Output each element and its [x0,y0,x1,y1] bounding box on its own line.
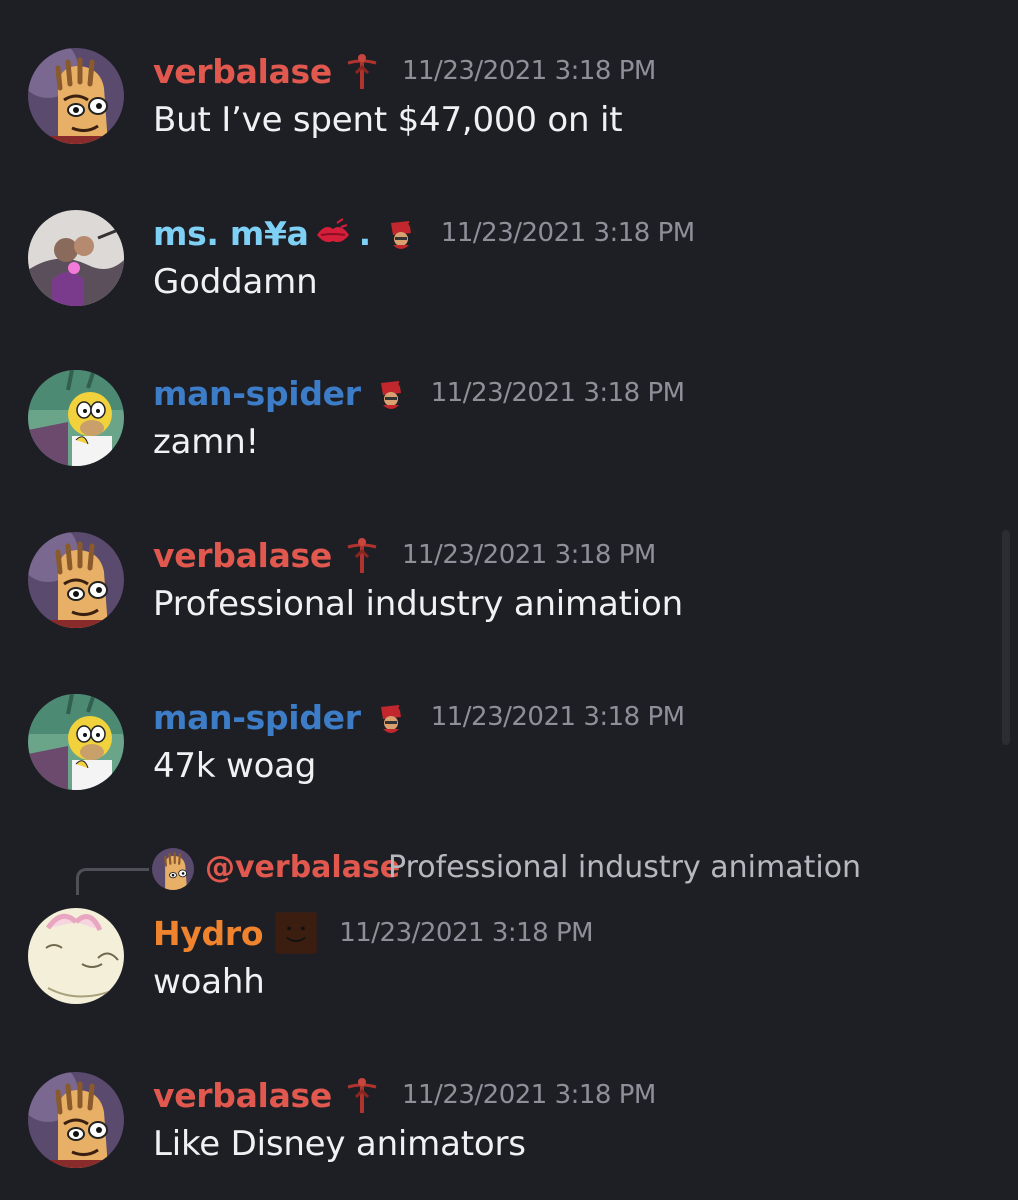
message-with-reply[interactable]: @verbalase Professional industry animati… [0,846,1000,1016]
cross-figure-icon [342,535,382,575]
timestamp[interactable]: 11/23/2021 3:18 PM [431,378,685,408]
chat-message-list: verbalase 11/23/2021 3:18 PM But I’ve sp… [0,0,1018,1200]
reply-mention[interactable]: @verbalase [205,850,400,885]
username[interactable]: man-spider [153,698,361,737]
cross-figure-icon [342,1075,382,1115]
message-text: Like Disney animators [153,1124,526,1164]
verbalase-avatar[interactable] [28,1072,124,1168]
fez-guy-icon [371,373,411,413]
reply-avatar [152,848,194,890]
timestamp[interactable]: 11/23/2021 3:18 PM [402,56,656,86]
message-header: man-spider 11/23/2021 3:18 PM [153,694,685,740]
message-text: zamn! [153,422,259,462]
message-header: Hydro 11/23/2021 3:18 PM [153,910,594,956]
brown-smiley-icon [273,910,319,956]
kiss-lips-icon [313,213,353,253]
reply-connector [76,868,149,895]
reply-preview[interactable]: @verbalase Professional industry animati… [0,846,1000,895]
timestamp[interactable]: 11/23/2021 3:18 PM [431,702,685,732]
timestamp[interactable]: 11/23/2021 3:18 PM [339,918,593,948]
message-header: verbalase 11/23/2021 3:18 PM [153,532,656,578]
message-text: Professional industry animation [153,584,683,624]
message-text: woahh [153,962,265,1002]
message-text: Goddamn [153,262,318,302]
username[interactable]: verbalase [153,52,332,91]
username[interactable]: man-spider [153,374,361,413]
message-header: ms. m¥a . 11/23/2021 3:18 PM [153,210,695,256]
message-text: 47k woag [153,746,317,786]
man-spider-avatar[interactable] [28,370,124,466]
fez-guy-icon [371,697,411,737]
message-text: But I’ve spent $47,000 on it [153,100,623,140]
hydro-avatar[interactable] [28,908,124,1004]
username[interactable]: verbalase [153,536,332,575]
username-suffix: . [358,213,372,253]
verbalase-avatar[interactable] [28,532,124,628]
cross-figure-icon [342,51,382,91]
timestamp[interactable]: 11/23/2021 3:18 PM [402,1080,656,1110]
timestamp[interactable]: 11/23/2021 3:18 PM [441,218,695,248]
man-spider-avatar[interactable] [28,694,124,790]
username[interactable]: Hydro [153,914,264,953]
message-header: man-spider 11/23/2021 3:18 PM [153,370,685,416]
scrollbar-thumb[interactable] [1002,530,1010,745]
message-header: verbalase 11/23/2021 3:18 PM [153,1072,656,1118]
reply-text[interactable]: Professional industry animation [388,850,861,885]
fez-guy-icon [381,213,421,253]
username[interactable]: verbalase [153,1076,332,1115]
timestamp[interactable]: 11/23/2021 3:18 PM [402,540,656,570]
verbalase-avatar[interactable] [28,48,124,144]
message-header: verbalase 11/23/2021 3:18 PM [153,48,656,94]
username[interactable]: ms. m¥a [153,214,309,253]
mya-avatar[interactable] [28,210,124,306]
